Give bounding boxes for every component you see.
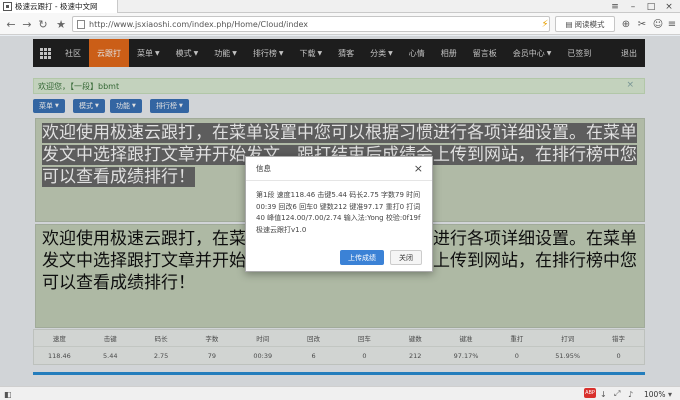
url-text: http://www.jsxiaoshi.com/index.php/Home/… [89, 19, 308, 29]
dialog-title: 信息 [256, 164, 271, 173]
dialog-close-icon[interactable]: × [414, 162, 423, 175]
browser-tab[interactable]: 极速云跟打 - 极速中文网 [0, 0, 118, 13]
user-icon[interactable]: ☺ [651, 16, 665, 32]
reload-icon[interactable]: ↻ [36, 16, 50, 32]
fullscreen-icon[interactable]: ⤢ [614, 388, 620, 400]
book-icon: ▤ [565, 19, 573, 29]
close-window-icon[interactable]: × [660, 0, 678, 13]
page-icon [77, 19, 85, 29]
sound-icon[interactable]: ♪ [628, 388, 633, 400]
close-dialog-button[interactable]: 关闭 [390, 250, 422, 265]
lightning-icon[interactable]: ⚡ [538, 16, 552, 32]
dialog-footer: 上传成绩 关闭 [340, 250, 422, 265]
upload-score-button[interactable]: 上传成绩 [340, 250, 384, 265]
read-mode-label: 阅读模式 [574, 19, 605, 29]
site-favicon-icon [3, 2, 12, 11]
tab-title: 极速云跟打 - 极速中文网 [15, 2, 98, 11]
info-dialog: 信息 × 第1段 速度118.46 击键5.44 码长2.75 字数79 时间0… [245, 156, 433, 272]
dialog-body: 第1段 速度118.46 击键5.44 码长2.75 字数79 时间00:39 … [256, 191, 421, 234]
browser-titlebar: 极速云跟打 - 极速中文网 ≡ – □ × [0, 0, 680, 13]
adblock-icon[interactable]: ABP [584, 388, 596, 398]
menu-icon[interactable]: ≡ [606, 0, 624, 13]
extension-icon[interactable]: ⊕ [619, 16, 633, 32]
settings-menu-icon[interactable]: ≡ [665, 16, 679, 32]
read-mode-button[interactable]: ▤ 阅读模式 [555, 16, 615, 32]
address-bar: ← → ↻ ★ http://www.jsxiaoshi.com/index.p… [0, 13, 680, 35]
download-icon[interactable]: ↓ [600, 388, 607, 400]
browser-statusbar: ◧ ABP ↓ ⤢ ♪ 100% ▾ [0, 386, 680, 400]
url-input[interactable]: http://www.jsxiaoshi.com/index.php/Home/… [72, 16, 550, 32]
minimize-icon[interactable]: – [624, 0, 642, 13]
maximize-icon[interactable]: □ [642, 0, 660, 13]
zoom-level[interactable]: 100% [644, 388, 665, 400]
tools-icon[interactable]: ✂ [635, 16, 649, 32]
dialog-header: 信息 × [246, 157, 432, 181]
forward-icon[interactable]: → [20, 16, 34, 32]
zoom-dropdown-icon[interactable]: ▾ [668, 388, 672, 400]
bookmark-star-icon[interactable]: ★ [54, 16, 68, 32]
sidebar-toggle-icon[interactable]: ◧ [4, 388, 12, 400]
back-icon[interactable]: ← [4, 16, 18, 32]
